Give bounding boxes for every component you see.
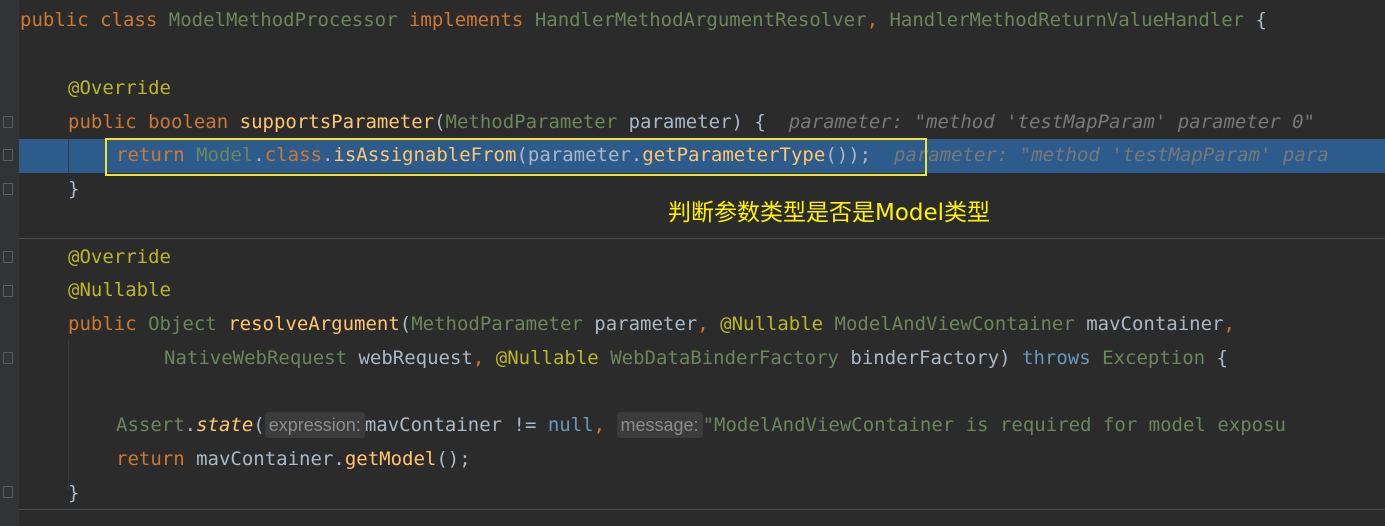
code-line-method-signature[interactable]: public boolean supportsParameter(MethodP…	[68, 106, 1315, 139]
method-separator	[19, 238, 1385, 239]
code-line-method-signature-cont[interactable]: NativeWebRequest webRequest, @Nullable W…	[164, 342, 1228, 375]
code-line-annotation[interactable]: @Nullable	[68, 274, 171, 307]
fold-marker-icon[interactable]	[3, 486, 13, 498]
annotation-override: @Override	[68, 246, 171, 268]
param-name: parameter	[628, 111, 732, 133]
param-name: binderFactory	[850, 347, 1000, 369]
comma: ,	[1223, 313, 1235, 335]
brace: }	[68, 178, 80, 200]
paren: (	[253, 414, 265, 436]
interface-name: HandlerMethodReturnValueHandler	[889, 9, 1245, 31]
dot: .	[184, 414, 197, 436]
keyword-public: public	[68, 313, 137, 335]
tail: ();	[436, 448, 471, 470]
code-line-closing-brace[interactable]: }	[68, 477, 79, 510]
code-line-method-signature[interactable]: public Object resolveArgument(MethodPara…	[68, 308, 1235, 341]
method-call: getModel	[344, 448, 437, 470]
keyword-public: public	[68, 111, 137, 133]
brace: }	[68, 482, 80, 504]
object-ref: mavContainer.	[196, 448, 345, 470]
fold-marker-icon[interactable]	[3, 285, 13, 297]
keyword-boolean: boolean	[148, 111, 229, 133]
fold-marker-icon[interactable]	[3, 352, 13, 364]
code-line-return-statement[interactable]: return mavContainer.getModel();	[116, 443, 471, 476]
keyword-throws: throws	[1022, 347, 1091, 369]
param-hint: expression:	[264, 412, 365, 438]
param-type: WebDataBinderFactory	[610, 347, 839, 369]
param-name: parameter	[594, 313, 698, 335]
class-name: ModelMethodProcessor	[168, 9, 398, 31]
brace: {	[1216, 347, 1228, 369]
param-type: MethodParameter	[411, 313, 583, 335]
comma: ,	[472, 347, 485, 369]
method-name: resolveArgument	[228, 313, 400, 335]
param-name: webRequest	[358, 347, 473, 369]
keyword-null: null	[547, 414, 594, 436]
annotation-note: 判断参数类型是否是Model类型	[668, 200, 991, 226]
class-assert: Assert	[116, 414, 185, 436]
code-line-assert[interactable]: Assert.state(expression: mavContainer != …	[116, 409, 1286, 442]
annotation-nullable: @Nullable	[68, 279, 171, 301]
code-line-class-declaration[interactable]: public class ModelMethodProcessor implem…	[20, 4, 1267, 37]
debug-inlay-value: parameter: "method 'testMapParam' parame…	[788, 111, 1315, 133]
fold-marker-icon[interactable]	[3, 149, 13, 161]
annotation-nullable: @Nullable	[495, 347, 599, 369]
param-type: ModelAndViewContainer	[834, 313, 1075, 335]
comma: ,	[866, 9, 879, 31]
fold-marker-icon[interactable]	[3, 183, 13, 195]
comma: ,	[697, 313, 709, 335]
return-type: Object	[148, 313, 217, 335]
indent-guide	[68, 340, 69, 490]
fold-marker-icon[interactable]	[3, 116, 13, 128]
keyword-implements: implements	[408, 9, 524, 31]
annotation-nullable: @Nullable	[720, 313, 824, 335]
fold-marker-icon[interactable]	[3, 251, 13, 263]
string-literal: "ModelAndViewContainer is required for m…	[702, 414, 1286, 436]
interface-name: HandlerMethodArgumentResolver	[534, 9, 867, 31]
exception-type: Exception	[1102, 347, 1206, 369]
keyword-public: public	[20, 9, 89, 31]
indent-guide	[68, 139, 69, 173]
expression: mavContainer !=	[364, 414, 548, 436]
keyword-class: class	[100, 9, 158, 31]
param-name: mavContainer	[1086, 313, 1224, 335]
debug-inlay-value: parameter: "method 'testMapParam' para	[893, 144, 1329, 166]
paren: )	[999, 347, 1011, 369]
code-line-annotation[interactable]: @Override	[68, 72, 171, 105]
method-separator	[19, 509, 1385, 510]
comma: ,	[593, 414, 606, 436]
param-hint: message:	[616, 412, 703, 438]
annotation-override: @Override	[68, 77, 171, 99]
param-type: MethodParameter	[445, 111, 618, 133]
brace: {	[1255, 9, 1267, 31]
code-line-annotation[interactable]: @Override	[68, 241, 171, 274]
paren: (	[434, 111, 446, 133]
paren: (	[399, 313, 412, 335]
method-call: state	[196, 414, 254, 436]
paren: ) {	[731, 111, 766, 133]
editor-gutter	[0, 0, 19, 526]
keyword-return: return	[116, 448, 185, 470]
method-name: supportsParameter	[239, 111, 435, 133]
highlight-box	[105, 138, 927, 176]
param-type: NativeWebRequest	[164, 347, 348, 369]
code-line-closing-brace[interactable]: }	[68, 173, 79, 206]
